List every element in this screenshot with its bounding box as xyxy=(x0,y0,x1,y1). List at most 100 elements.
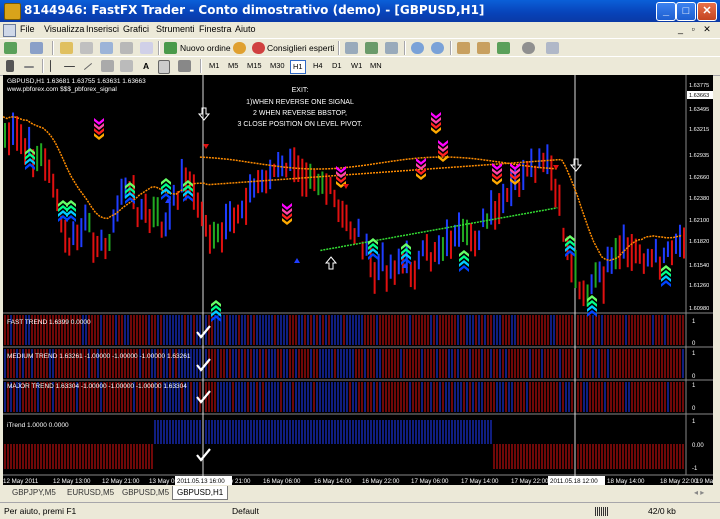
crosshair-time-label: 2011.05.13 16:00 xyxy=(177,478,225,485)
app-icon xyxy=(4,3,21,20)
price-axis-label: 1.62380 xyxy=(689,196,709,202)
medium-scale-top: 1 xyxy=(692,351,696,357)
zoom-in-icon[interactable] xyxy=(411,42,424,54)
itrend-scale-top: 1 xyxy=(692,419,696,425)
time-axis-label: 12 May 21:00 xyxy=(102,478,140,485)
tf-w1[interactable]: W1 xyxy=(349,60,364,72)
navigator-icon[interactable] xyxy=(80,42,93,54)
menu-file[interactable]: File xyxy=(20,24,35,34)
price-axis-label: 1.62100 xyxy=(689,218,709,224)
panel-label-medium-trend: MEDIUM TREND 1.63261 -1.00000 -1.00000 -… xyxy=(7,353,191,360)
exit-line-1: 1)WHEN REVERSE ONE SIGNAL xyxy=(246,99,354,106)
metaeditor-icon[interactable] xyxy=(233,42,246,54)
buy-signal-arrow xyxy=(661,280,671,287)
time-axis-label: 19 May 06:00 xyxy=(696,478,713,485)
menu-insert[interactable]: Inserisci xyxy=(86,24,119,34)
new-order-button[interactable]: Nuovo ordine xyxy=(180,43,231,53)
price-axis-label: 1.62935 xyxy=(689,153,709,159)
tab-gbpusd-m5[interactable]: GBPUSD,M5 xyxy=(118,486,173,499)
exit-arrow-down xyxy=(197,107,211,121)
current-price-label: 1.63663 xyxy=(689,93,709,99)
price-chart[interactable]: 1.63775 1.63663 1.63495 1.63215 1.62935 1.626… xyxy=(3,75,713,485)
status-profile: Default xyxy=(232,506,259,516)
vertical-line-icon[interactable] xyxy=(50,60,51,72)
sell-signal-arrow xyxy=(431,112,441,119)
sell-signal-arrow xyxy=(282,203,292,210)
tf-d1[interactable]: D1 xyxy=(330,60,344,72)
fast-scale-top: 1 xyxy=(692,319,696,325)
close-button[interactable]: ✕ xyxy=(697,2,717,21)
time-axis-label: 16 May 14:00 xyxy=(314,478,352,485)
fibonacci-icon[interactable] xyxy=(120,60,133,72)
candlestick-icon[interactable] xyxy=(365,42,378,54)
zoom-out-icon[interactable] xyxy=(431,42,444,54)
small-buy-arrow xyxy=(294,258,300,263)
time-axis-label: 18 May 14:00 xyxy=(607,478,645,485)
panel-label-fast-trend: FAST TREND 1.6399 0.0000 xyxy=(7,319,91,326)
moving-average-orange-upper xyxy=(199,156,558,170)
history-icon[interactable] xyxy=(140,42,153,54)
mdi-controls[interactable]: _ ▫ ✕ xyxy=(678,24,714,35)
chart-tabs: GBPJPY,M5 EURUSD,M5 GBPUSD,M5 GBPUSD,H1 … xyxy=(0,486,720,500)
major-scale-bottom: 0 xyxy=(692,406,696,412)
tf-m15[interactable]: M15 xyxy=(245,60,264,72)
tf-mn[interactable]: MN xyxy=(368,60,384,72)
tab-eurusd-m5[interactable]: EURUSD,M5 xyxy=(63,486,118,499)
price-axis-label: 1.61540 xyxy=(689,263,709,269)
itrend-scale-mid: 0.00 xyxy=(692,443,704,449)
auto-scroll-icon[interactable] xyxy=(457,42,470,54)
price-axis-label: 1.61820 xyxy=(689,239,709,245)
minimize-button[interactable]: _ xyxy=(656,2,676,21)
exit-line-3: 3 CLOSE POSITION ON LEVEL PIVOT. xyxy=(237,121,362,128)
menu-window[interactable]: Finestra xyxy=(199,24,232,34)
text-label-icon[interactable] xyxy=(158,60,170,74)
status-traffic: 42/0 kb xyxy=(648,506,676,516)
arrows-icon[interactable] xyxy=(178,60,191,72)
bar-chart-icon[interactable] xyxy=(345,42,358,54)
new-chart-icon[interactable] xyxy=(4,42,17,54)
time-axis-label: 13 May 05 xyxy=(149,478,178,485)
tabs-scroll-arrows[interactable]: ◂ ▸ xyxy=(690,486,708,499)
tf-m5[interactable]: M5 xyxy=(226,60,240,72)
new-order-icon[interactable] xyxy=(164,42,177,54)
expert-advisors-icon[interactable] xyxy=(252,42,265,54)
menu-tools[interactable]: Strumenti xyxy=(156,24,195,34)
tf-m30[interactable]: M30 xyxy=(268,60,287,72)
chart-window-icon[interactable] xyxy=(3,24,16,37)
expert-advisors-button[interactable]: Consiglieri esperti xyxy=(267,43,335,53)
text-tool[interactable]: A xyxy=(143,61,149,71)
status-help: Per aiuto, premi F1 xyxy=(4,506,77,516)
menu-help[interactable]: Aiuto xyxy=(235,24,256,34)
profiles-icon[interactable] xyxy=(30,42,43,54)
time-axis-label: 17 May 22:00 xyxy=(511,478,549,485)
line-chart-icon[interactable] xyxy=(385,42,398,54)
tab-gbpusd-h1[interactable]: GBPUSD,H1 xyxy=(172,486,229,500)
menu-view[interactable]: Visualizza xyxy=(44,24,84,34)
tf-h4[interactable]: H4 xyxy=(311,60,325,72)
website-label: www.pbforex.com $$$_pbforex_signal xyxy=(6,86,117,93)
tf-h1[interactable]: H1 xyxy=(290,60,306,74)
price-axis-label: 1.63775 xyxy=(689,83,709,89)
sell-signal-arrow xyxy=(416,158,426,165)
crosshair-icon[interactable] xyxy=(24,66,34,68)
tf-m1[interactable]: M1 xyxy=(207,60,221,72)
fast-scale-bottom: 0 xyxy=(692,341,696,347)
market-watch-icon[interactable] xyxy=(60,42,73,54)
terminal-icon[interactable] xyxy=(100,42,113,54)
major-scale-top: 1 xyxy=(692,383,696,389)
chart-window[interactable]: 1.63775 1.63663 1.63495 1.63215 1.62935 1.626… xyxy=(3,75,713,485)
horizontal-line-icon[interactable] xyxy=(64,66,75,67)
trendline-icon[interactable] xyxy=(83,62,93,71)
cursor-icon[interactable] xyxy=(6,60,14,72)
periods-icon[interactable] xyxy=(522,42,535,54)
price-axis-label: 1.61260 xyxy=(689,283,709,289)
tab-gbpjpy-m5[interactable]: GBPJPY,M5 xyxy=(8,486,60,499)
indicators-icon[interactable] xyxy=(497,42,510,54)
tester-icon[interactable] xyxy=(120,42,133,54)
chart-shift-icon[interactable] xyxy=(477,42,490,54)
channel-icon[interactable] xyxy=(101,60,114,72)
panel-label-itrend: iTrend 1.0000 0.0000 xyxy=(7,422,69,429)
templates-icon[interactable] xyxy=(546,42,559,54)
maximize-button[interactable]: □ xyxy=(676,2,696,21)
menu-charts[interactable]: Grafici xyxy=(123,24,149,34)
